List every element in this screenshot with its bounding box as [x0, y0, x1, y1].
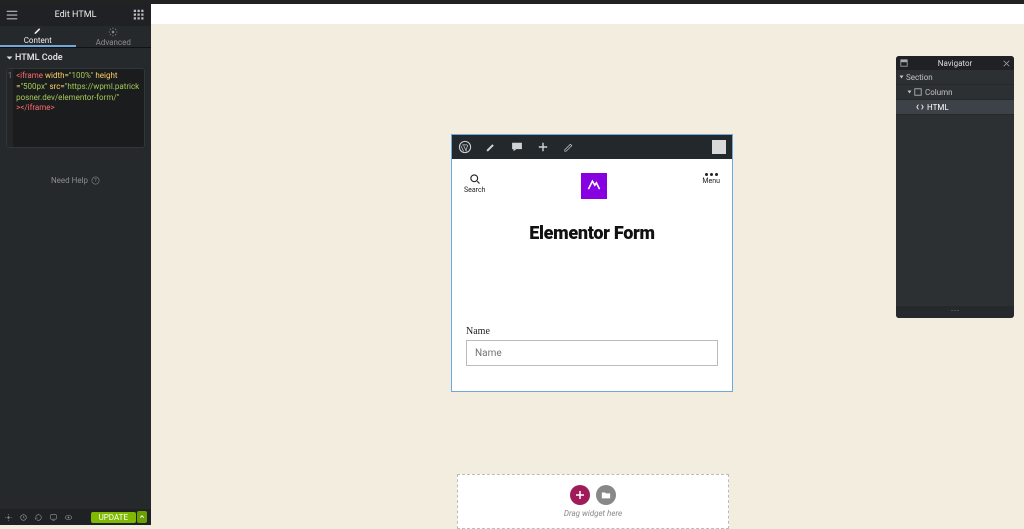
wp-admin-bar — [452, 135, 732, 159]
column-icon — [914, 88, 922, 96]
name-field[interactable] — [466, 340, 718, 366]
editor-canvas: Search Menu Elementor Form Name Drag wid… — [151, 4, 1024, 525]
section-html-code[interactable]: HTML Code — [0, 48, 151, 68]
nav-html[interactable]: HTML — [896, 100, 1014, 115]
nav-html-label: HTML — [927, 103, 949, 112]
panel-title: Edit HTML — [55, 10, 97, 20]
dots-icon — [705, 173, 718, 176]
nav-column[interactable]: Column — [896, 85, 1014, 100]
navigator-panel: Navigator Section Column HTML ⋯ — [896, 56, 1014, 318]
caret-down-icon — [908, 91, 912, 94]
menu-label: Menu — [702, 177, 720, 185]
tab-advanced-label: Advanced — [96, 38, 131, 47]
nav-section[interactable]: Section — [896, 70, 1014, 85]
tab-advanced[interactable]: Advanced — [76, 26, 152, 47]
drop-zone-text: Drag widget here — [564, 509, 622, 518]
name-label: Name — [466, 326, 718, 337]
gear-icon — [108, 27, 118, 37]
help-icon: ? — [91, 176, 100, 185]
menu-icon[interactable] — [6, 9, 18, 21]
need-help-label: Need Help — [51, 176, 88, 185]
wordpress-icon[interactable] — [458, 140, 472, 154]
search-label: Search — [464, 186, 486, 194]
need-help[interactable]: Need Help ? — [0, 176, 151, 185]
caret-down-icon — [900, 76, 904, 79]
nav-section-label: Section — [906, 73, 933, 82]
menu-button[interactable]: Menu — [702, 173, 720, 185]
code-icon — [916, 103, 924, 111]
panel-footer: UPDATE — [0, 509, 151, 525]
responsive-icon[interactable] — [49, 513, 58, 522]
site-logo[interactable] — [581, 173, 607, 199]
folder-icon — [601, 490, 611, 500]
add-section-button[interactable] — [570, 485, 590, 505]
navigator-title: Navigator — [938, 59, 972, 68]
drop-zone[interactable]: Drag widget here — [457, 474, 729, 529]
update-button[interactable]: UPDATE — [91, 512, 136, 523]
history-icon[interactable] — [34, 513, 43, 522]
left-panel: Edit HTML Content Advanced HTML Code 1 <… — [0, 4, 151, 525]
tab-content-label: Content — [24, 36, 52, 45]
code-editor[interactable]: 1 <iframe width="100%" height ="500px" s… — [6, 68, 145, 148]
panel-header: Edit HTML — [0, 4, 151, 26]
revisions-icon[interactable] — [19, 513, 28, 522]
page-heading: Elementor Form — [464, 223, 720, 244]
code-content[interactable]: <iframe width="100%" height ="500px" src… — [13, 69, 144, 147]
avatar[interactable] — [712, 140, 726, 154]
eye-icon[interactable] — [64, 513, 73, 522]
dock-icon[interactable] — [900, 59, 908, 67]
customize-icon[interactable] — [484, 140, 498, 154]
search-button[interactable]: Search — [464, 173, 486, 194]
pencil-icon — [33, 26, 43, 35]
tab-content[interactable]: Content — [0, 26, 76, 47]
caret-down-icon — [7, 57, 13, 60]
template-button[interactable] — [596, 485, 616, 505]
edit-icon[interactable] — [562, 140, 576, 154]
search-icon — [469, 173, 481, 185]
update-caret-button[interactable] — [137, 511, 147, 523]
preview-form: Name — [452, 258, 732, 366]
section-label: HTML Code — [15, 53, 63, 63]
grid-icon[interactable] — [133, 9, 145, 21]
gear-icon[interactable] — [4, 513, 13, 522]
svg-text:?: ? — [94, 178, 97, 184]
logo-icon — [586, 178, 602, 194]
navigator-footer[interactable]: ⋯ — [896, 306, 1014, 318]
navigator-header[interactable]: Navigator — [896, 56, 1014, 70]
tabs-row: Content Advanced — [0, 26, 151, 48]
comments-icon[interactable] — [510, 140, 524, 154]
plus-icon[interactable] — [536, 140, 550, 154]
close-icon[interactable] — [1003, 60, 1010, 67]
nav-column-label: Column — [925, 88, 953, 97]
html-widget[interactable]: Search Menu Elementor Form Name — [451, 134, 733, 392]
